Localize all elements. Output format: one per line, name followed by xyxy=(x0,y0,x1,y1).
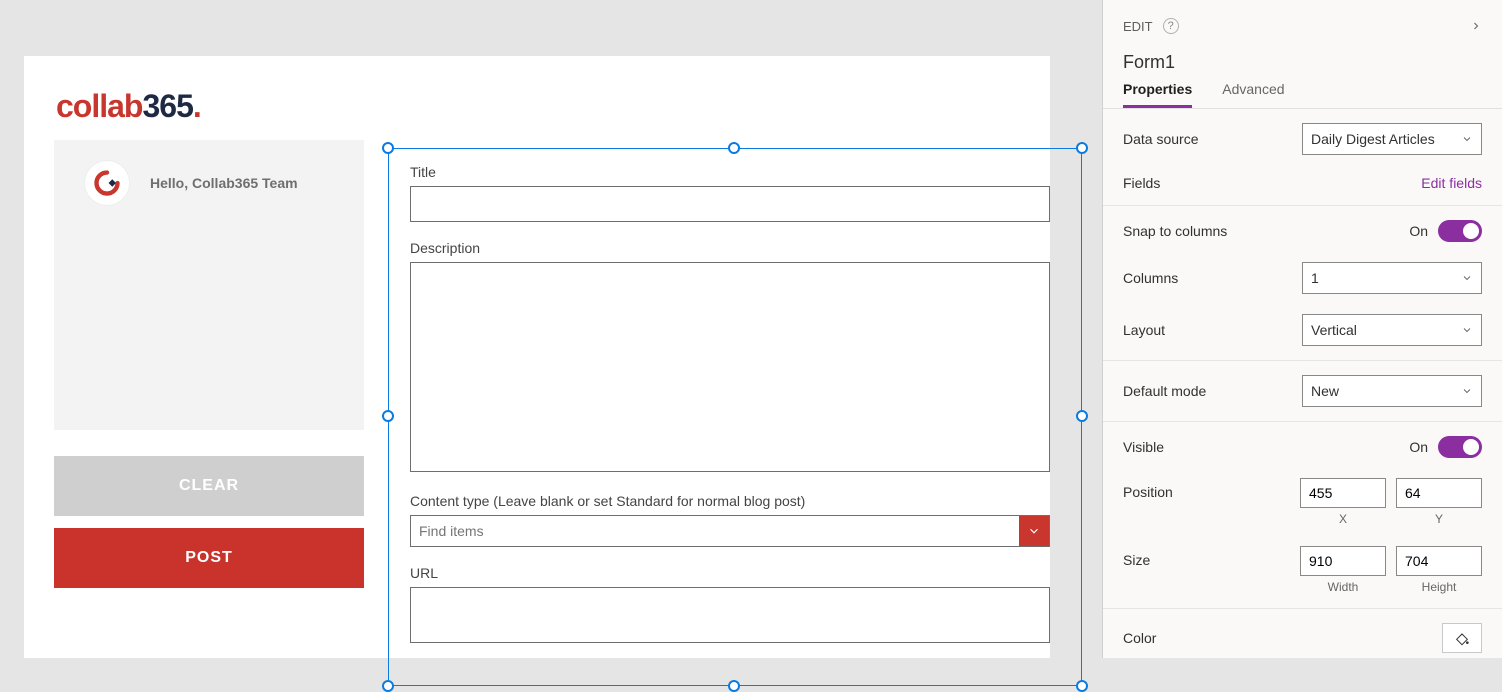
position-x-input[interactable] xyxy=(1300,478,1386,508)
tab-advanced[interactable]: Advanced xyxy=(1222,81,1284,108)
resize-handle-bottom-middle[interactable] xyxy=(728,680,740,692)
pane-edit-label: EDIT xyxy=(1123,19,1153,34)
form-body: Title Description Content type (Leave bl… xyxy=(410,164,1060,661)
pane-tabs: Properties Advanced xyxy=(1103,77,1502,109)
layout-value: Vertical xyxy=(1311,322,1357,338)
app-logo: collab365. xyxy=(56,88,201,125)
chevron-down-icon xyxy=(1461,324,1473,336)
chevron-down-icon xyxy=(1461,385,1473,397)
title-input[interactable] xyxy=(410,186,1050,222)
tab-properties[interactable]: Properties xyxy=(1123,81,1192,108)
size-height-input[interactable] xyxy=(1396,546,1482,576)
resize-handle-bottom-left[interactable] xyxy=(382,680,394,692)
position-x-sublabel: X xyxy=(1300,512,1386,526)
description-label: Description xyxy=(410,240,1060,256)
resize-handle-top-middle[interactable] xyxy=(728,142,740,154)
edit-fields-link[interactable]: Edit fields xyxy=(1421,175,1482,191)
columns-label: Columns xyxy=(1123,270,1302,286)
resize-handle-middle-left[interactable] xyxy=(382,410,394,422)
color-label: Color xyxy=(1123,630,1442,646)
post-button-label: POST xyxy=(185,549,233,567)
layout-label: Layout xyxy=(1123,322,1302,338)
snap-toggle[interactable] xyxy=(1438,220,1482,242)
pane-header: EDIT ? xyxy=(1103,0,1502,52)
content-type-label: Content type (Leave blank or set Standar… xyxy=(410,493,1060,509)
selected-object-name: Form1 xyxy=(1103,52,1502,77)
content-type-input[interactable] xyxy=(411,516,1019,546)
data-source-label: Data source xyxy=(1123,131,1302,147)
post-button[interactable]: POST xyxy=(54,528,364,588)
default-mode-dropdown[interactable]: New xyxy=(1302,375,1482,407)
resize-handle-top-right[interactable] xyxy=(1076,142,1088,154)
size-height-sublabel: Height xyxy=(1396,580,1482,594)
snap-label: Snap to columns xyxy=(1123,223,1409,239)
clear-button-label: CLEAR xyxy=(179,477,239,495)
snap-value: On xyxy=(1409,223,1428,239)
position-y-sublabel: Y xyxy=(1396,512,1482,526)
content-type-dropdown-button[interactable] xyxy=(1019,516,1049,546)
data-source-value: Daily Digest Articles xyxy=(1311,131,1435,147)
fields-label: Fields xyxy=(1123,175,1421,191)
default-mode-label: Default mode xyxy=(1123,383,1302,399)
default-mode-value: New xyxy=(1311,383,1339,399)
chevron-right-icon[interactable] xyxy=(1470,20,1482,32)
visible-label: Visible xyxy=(1123,439,1409,455)
position-y-input[interactable] xyxy=(1396,478,1482,508)
columns-value: 1 xyxy=(1311,270,1319,286)
paint-bucket-icon xyxy=(1454,630,1470,646)
resize-handle-top-left[interactable] xyxy=(382,142,394,154)
size-width-sublabel: Width xyxy=(1300,580,1386,594)
greeting-text: Hello, Collab365 Team xyxy=(150,175,298,191)
help-icon[interactable]: ? xyxy=(1163,18,1179,34)
visible-value: On xyxy=(1409,439,1428,455)
description-input[interactable] xyxy=(410,262,1050,472)
resize-handle-middle-right[interactable] xyxy=(1076,410,1088,422)
app-canvas: collab365. Hello, Collab365 Team CLEAR P… xyxy=(24,56,1050,658)
properties-pane: EDIT ? Form1 Properties Advanced Data so… xyxy=(1102,0,1502,658)
logo-part1: collab xyxy=(56,88,142,124)
data-source-dropdown[interactable]: Daily Digest Articles xyxy=(1302,123,1482,155)
logo-part2: 365 xyxy=(142,88,192,124)
url-input[interactable] xyxy=(410,587,1050,643)
layout-dropdown[interactable]: Vertical xyxy=(1302,314,1482,346)
position-label: Position xyxy=(1123,478,1300,500)
logo-dot: . xyxy=(193,88,201,124)
chevron-down-icon xyxy=(1461,133,1473,145)
canvas-stage: collab365. Hello, Collab365 Team CLEAR P… xyxy=(0,0,1102,658)
title-label: Title xyxy=(410,164,1060,180)
brand-avatar-icon xyxy=(84,160,130,206)
url-label: URL xyxy=(410,565,1060,581)
columns-dropdown[interactable]: 1 xyxy=(1302,262,1482,294)
greeting-card: Hello, Collab365 Team xyxy=(54,140,364,430)
color-picker-button[interactable] xyxy=(1442,623,1482,653)
clear-button[interactable]: CLEAR xyxy=(54,456,364,516)
chevron-down-icon xyxy=(1461,272,1473,284)
chevron-down-icon xyxy=(1027,524,1041,538)
size-label: Size xyxy=(1123,546,1300,568)
content-type-combobox[interactable] xyxy=(410,515,1050,547)
visible-toggle[interactable] xyxy=(1438,436,1482,458)
size-width-input[interactable] xyxy=(1300,546,1386,576)
resize-handle-bottom-right[interactable] xyxy=(1076,680,1088,692)
